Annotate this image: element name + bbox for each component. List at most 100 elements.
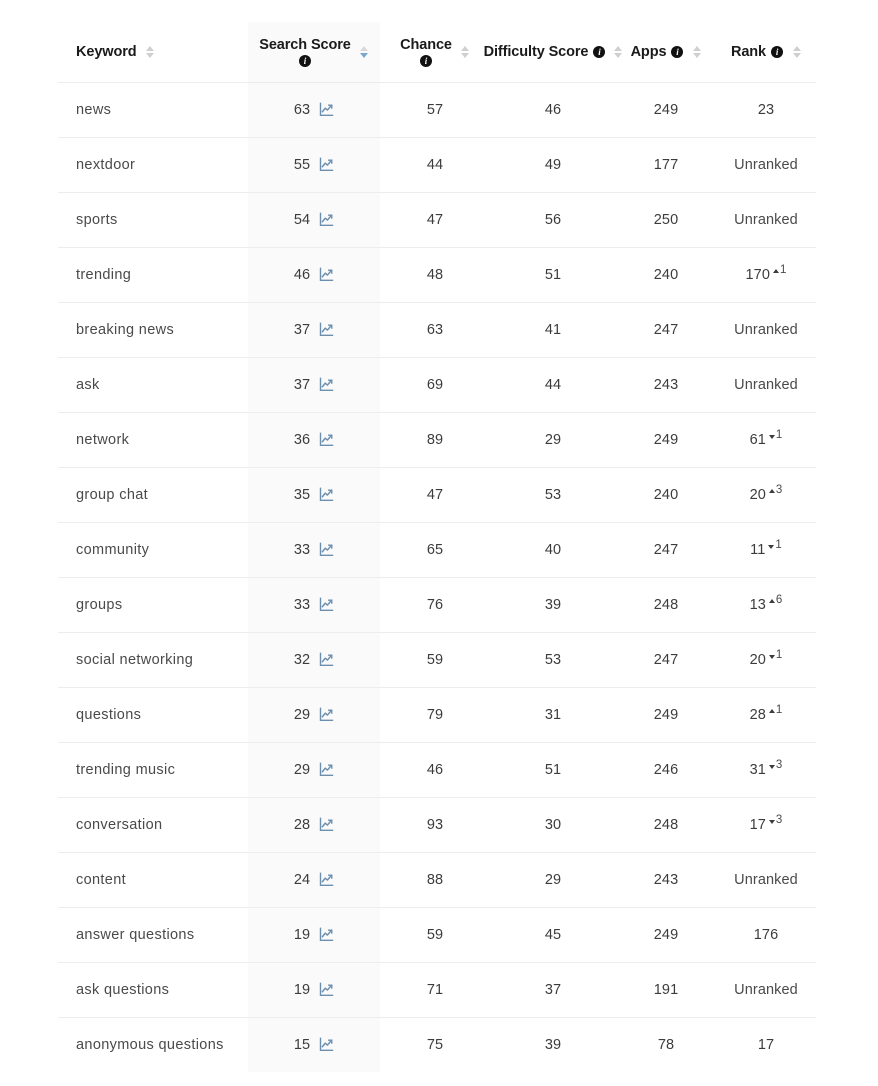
- table-row[interactable]: trending 46 48 51 240 170 1: [58, 247, 816, 303]
- cell-keyword: answer questions: [58, 907, 248, 963]
- table-row[interactable]: questions 29 79 31 249 28 1: [58, 687, 816, 743]
- table-row[interactable]: conversation 28 93 30 248 17 3: [58, 797, 816, 853]
- cell-search-score: 19: [248, 907, 380, 963]
- sort-toggle-icon[interactable]: [692, 45, 701, 58]
- cell-difficulty-score: 46: [490, 82, 616, 138]
- line-chart-icon[interactable]: [319, 542, 334, 557]
- table-row[interactable]: network 36 89 29 249 61 1: [58, 412, 816, 468]
- sort-toggle-icon[interactable]: [614, 45, 623, 58]
- info-icon[interactable]: i: [299, 55, 311, 68]
- cell-keyword: group chat: [58, 467, 248, 523]
- cell-difficulty-score: 31: [490, 687, 616, 743]
- line-chart-icon[interactable]: [319, 872, 334, 887]
- line-chart-icon[interactable]: [319, 157, 334, 172]
- column-header-text: Rank i: [731, 43, 784, 61]
- table-row[interactable]: community 33 65 40 247 11 1: [58, 522, 816, 578]
- table-row[interactable]: social networking 32 59 53 247 20 1: [58, 632, 816, 688]
- cell-keyword: content: [58, 852, 248, 908]
- cell-search-score: 19: [248, 962, 380, 1018]
- table-row[interactable]: answer questions 19 59 45 249 176: [58, 907, 816, 963]
- column-header-difficulty[interactable]: Difficulty Score i: [484, 22, 623, 83]
- sort-toggle-icon[interactable]: [461, 45, 470, 58]
- sort-toggle-icon[interactable]: [792, 45, 801, 58]
- rank-unranked-label: Unranked: [734, 376, 798, 393]
- cell-search-score: 29: [248, 742, 380, 798]
- column-header-chance[interactable]: Chance i: [380, 22, 490, 83]
- line-chart-icon[interactable]: [319, 212, 334, 227]
- sort-ascending-arrow: [692, 45, 701, 51]
- column-header-rank[interactable]: Rank i: [716, 22, 816, 83]
- line-chart-icon[interactable]: [319, 377, 334, 392]
- column-header-keyword[interactable]: Keyword: [58, 22, 248, 83]
- cell-search-score: 54: [248, 192, 380, 248]
- info-icon[interactable]: i: [671, 46, 684, 59]
- column-header-search_score[interactable]: Search Score i: [248, 22, 380, 83]
- line-chart-icon[interactable]: [319, 1037, 334, 1052]
- line-chart-icon[interactable]: [319, 322, 334, 337]
- cell-apps: 247: [616, 522, 716, 578]
- table-row[interactable]: nextdoor 55 44 49 177 Unranked: [58, 137, 816, 193]
- line-chart-icon[interactable]: [319, 102, 334, 117]
- table-row[interactable]: content 24 88 29 243 Unranked: [58, 852, 816, 908]
- line-chart-icon[interactable]: [319, 597, 334, 612]
- table-row[interactable]: news 63 57 46 249 23: [58, 82, 816, 138]
- cell-keyword: conversation: [58, 797, 248, 853]
- cell-chance: 59: [380, 907, 490, 963]
- cell-difficulty-score: 49: [490, 137, 616, 193]
- cell-keyword: questions: [58, 687, 248, 743]
- table-row[interactable]: trending music 29 46 51 246 31 3: [58, 742, 816, 798]
- table-row[interactable]: anonymous questions 15 75 39 78 17: [58, 1017, 816, 1072]
- cell-chance: 47: [380, 192, 490, 248]
- sort-toggle-icon[interactable]: [360, 45, 369, 58]
- rank-up-arrow-icon: [773, 268, 779, 273]
- info-icon[interactable]: i: [593, 46, 606, 59]
- cell-keyword: community: [58, 522, 248, 578]
- info-icon[interactable]: i: [771, 46, 784, 59]
- rank-down-arrow-icon: [768, 654, 775, 659]
- table-row[interactable]: ask questions 19 71 37 191 Unranked: [58, 962, 816, 1018]
- cell-difficulty-score: 51: [490, 742, 616, 798]
- line-chart-icon[interactable]: [319, 927, 334, 942]
- line-chart-icon[interactable]: [319, 487, 334, 502]
- cell-apps: 177: [616, 137, 716, 193]
- line-chart-icon[interactable]: [319, 982, 334, 997]
- keyword-research-table: Keyword Search Score i Chance i Difficulty Sc…: [58, 22, 816, 1072]
- sort-toggle-icon[interactable]: [146, 45, 155, 58]
- cell-apps: 249: [616, 412, 716, 468]
- table-row[interactable]: group chat 35 47 53 240 20 3: [58, 467, 816, 523]
- line-chart-icon[interactable]: [319, 652, 334, 667]
- search-score-value: 46: [293, 266, 311, 283]
- line-chart-icon[interactable]: [319, 817, 334, 832]
- column-header-label: Search Score: [259, 37, 351, 54]
- cell-search-score: 28: [248, 797, 380, 853]
- rank-unranked-label: Unranked: [734, 321, 798, 338]
- cell-search-score: 55: [248, 137, 380, 193]
- cell-difficulty-score: 45: [490, 907, 616, 963]
- cell-chance: 48: [380, 247, 490, 303]
- column-header-apps[interactable]: Apps i: [616, 22, 716, 83]
- table-row[interactable]: groups 33 76 39 248 13 6: [58, 577, 816, 633]
- rank-down-arrow-icon: [768, 764, 775, 769]
- rank-value: 20: [749, 486, 766, 503]
- info-icon[interactable]: i: [420, 55, 432, 68]
- table-row[interactable]: ask 37 69 44 243 Unranked: [58, 357, 816, 413]
- line-chart-icon[interactable]: [319, 707, 334, 722]
- rank-delta-value: 6: [775, 593, 783, 606]
- line-chart-icon[interactable]: [319, 267, 334, 282]
- cell-rank: 17 3: [716, 797, 816, 853]
- line-chart-icon[interactable]: [319, 762, 334, 777]
- cell-chance: 76: [380, 577, 490, 633]
- table-row[interactable]: sports 54 47 56 250 Unranked: [58, 192, 816, 248]
- cell-rank: 17: [716, 1017, 816, 1072]
- cell-chance: 69: [380, 357, 490, 413]
- rank-change: 3: [768, 759, 783, 771]
- cell-apps: 240: [616, 247, 716, 303]
- cell-search-score: 37: [248, 357, 380, 413]
- rank-up-arrow-icon: [768, 598, 775, 603]
- line-chart-icon[interactable]: [319, 432, 334, 447]
- table-row[interactable]: breaking news 37 63 41 247 Unranked: [58, 302, 816, 358]
- cell-keyword: nextdoor: [58, 137, 248, 193]
- rank-delta-value: 1: [775, 703, 783, 716]
- rank-value: 31: [749, 761, 766, 778]
- cell-chance: 88: [380, 852, 490, 908]
